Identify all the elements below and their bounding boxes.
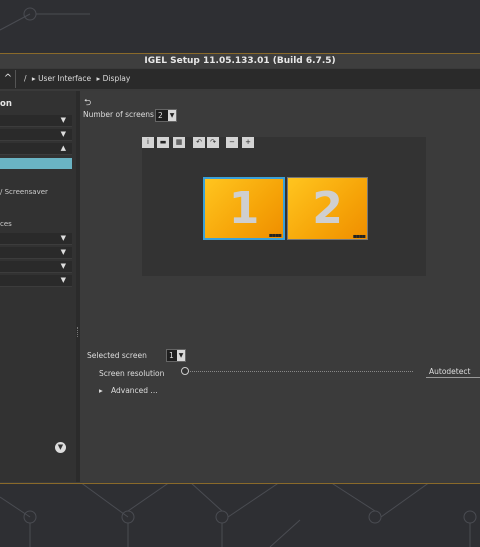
selected-screen-value: 1: [169, 351, 174, 360]
chevron-down-icon: ▼: [60, 234, 66, 242]
sidebar-item-screensaver[interactable]: / Screensaver: [0, 188, 48, 196]
rotate-left-icon[interactable]: ↶: [193, 137, 205, 148]
monitor-handle-icon: ▪▪▪▪: [268, 232, 282, 239]
sidebar-item[interactable]: ▲: [0, 143, 72, 155]
monitor-1[interactable]: 1 ▪▪▪▪: [203, 177, 285, 240]
screen-resolution-value: Autodetect: [426, 366, 480, 378]
plus-icon[interactable]: +: [242, 137, 254, 148]
sidebar-item[interactable]: ▼: [0, 129, 72, 141]
monitor-2[interactable]: 2 ▪▪▪▪: [287, 177, 368, 240]
advanced-expander-icon[interactable]: ▸: [99, 386, 103, 395]
chevron-down-icon: ▼: [60, 262, 66, 270]
reset-icon[interactable]: ⮌: [84, 95, 91, 111]
settings-tree-sidebar: on ▼ ▼ ▲ / Screensaver ces ▼ ▼ ▼ ▼ ▼: [0, 91, 77, 482]
number-of-screens-select[interactable]: 2 ▼: [155, 109, 177, 122]
desktop-top: [0, 0, 480, 52]
sidebar-item[interactable]: ▼: [0, 261, 72, 273]
breadcrumb-user-interface[interactable]: ▸ User Interface: [32, 74, 91, 83]
monitor-number: 2: [312, 183, 343, 234]
slider-handle[interactable]: [181, 367, 189, 375]
grid-layout-icon[interactable]: ▦: [173, 137, 185, 148]
sidebar-item-display-selected[interactable]: [0, 158, 72, 169]
monitor-number: 1: [228, 183, 260, 234]
display-settings-panel: ⮌ Number of screens 2 ▼ i ▬ ▦ ↶ ↷ − + 1 …: [80, 91, 480, 482]
selected-screen-label: Selected screen: [87, 351, 147, 360]
horizontal-layout-icon[interactable]: ▬: [157, 137, 169, 148]
sidebar-item-devices[interactable]: ces: [0, 220, 12, 228]
chevron-down-icon: ▼: [60, 116, 66, 124]
screen-resolution-slider[interactable]: [184, 371, 413, 373]
chevron-down-icon: ▼: [60, 248, 66, 256]
navigation-toolbar: ^ / ▸ User Interface ▸ Display: [0, 69, 480, 89]
toolbar-divider: [15, 70, 16, 88]
chevron-up-icon: ▲: [60, 144, 66, 152]
screen-resolution-label: Screen resolution: [99, 369, 165, 378]
sidebar-item[interactable]: ▼: [0, 233, 72, 245]
chevron-down-icon: ▼: [60, 276, 66, 284]
chevron-down-icon: ▼: [60, 130, 66, 138]
window-title: IGEL Setup 11.05.133.01 (Build 6.7.5): [0, 54, 480, 68]
scroll-down-button[interactable]: ▼: [55, 442, 66, 453]
sidebar-item[interactable]: ▼: [0, 247, 72, 259]
breadcrumb: / ▸ User Interface ▸ Display: [24, 69, 133, 89]
breadcrumb-display[interactable]: ▸ Display: [97, 74, 131, 83]
selected-screen-select[interactable]: 1 ▼: [166, 349, 186, 362]
chevron-up-icon[interactable]: ^: [0, 71, 16, 87]
info-icon[interactable]: i: [142, 137, 154, 148]
number-of-screens-label: Number of screens: [83, 110, 154, 119]
chevron-down-icon: ▼: [177, 350, 185, 361]
igel-setup-window: IGEL Setup 11.05.133.01 (Build 6.7.5) ^ …: [0, 53, 480, 484]
advanced-expander[interactable]: Advanced ...: [111, 386, 158, 395]
sidebar-item[interactable]: ▼: [0, 115, 72, 127]
sidebar-heading: on: [0, 99, 12, 109]
monitor-handle-icon: ▪▪▪▪: [352, 233, 366, 240]
screen-layout-preview: i ▬ ▦ ↶ ↷ − + 1 ▪▪▪▪ 2 ▪▪▪▪: [142, 137, 426, 276]
sidebar-item[interactable]: ▼: [0, 275, 72, 287]
breadcrumb-separator: /: [24, 74, 27, 83]
minus-icon[interactable]: −: [226, 137, 238, 148]
rotate-right-icon[interactable]: ↷: [207, 137, 219, 148]
number-of-screens-value: 2: [158, 111, 163, 120]
chevron-down-icon: ▼: [168, 110, 176, 121]
